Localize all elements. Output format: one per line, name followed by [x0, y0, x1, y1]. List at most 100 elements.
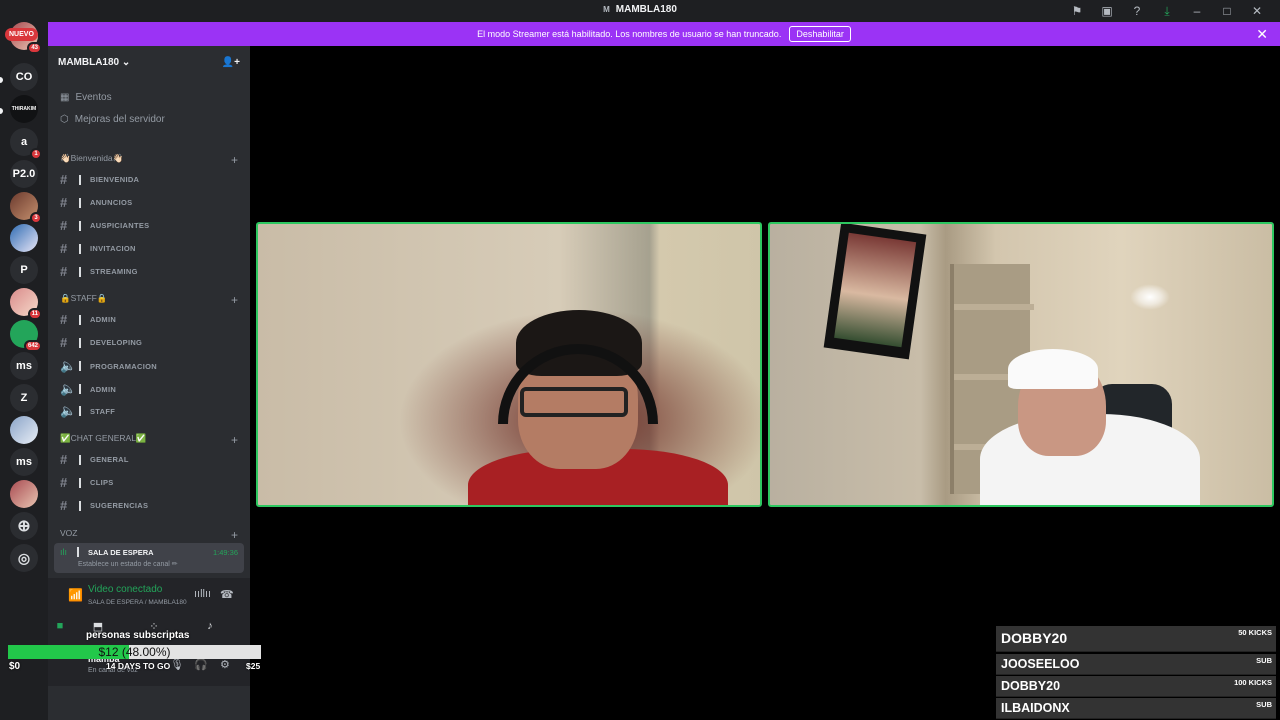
server-icon[interactable]: Z [10, 384, 38, 412]
hash-icon: # [60, 195, 68, 210]
discover-icon[interactable]: ◎ [10, 544, 38, 572]
noise-suppression-icon[interactable]: ııllıı [194, 588, 211, 600]
channel-item[interactable]: 🔈 ADMIN [60, 381, 116, 397]
channel-item[interactable]: # GENERAL [60, 452, 129, 467]
subscriber-goal-bar: $12 (48.00%) [8, 645, 261, 659]
kick-event-row: ILBAIDONX SUB [996, 698, 1276, 719]
server-icon[interactable]: ms [10, 352, 38, 380]
server-icon[interactable]: a1 [10, 128, 42, 160]
add-channel-icon[interactable]: + [231, 293, 238, 307]
camera-button[interactable]: ■ [40, 616, 80, 636]
server-icon[interactable]: 11 [10, 288, 42, 320]
goal-days: 14 DAYS TO GO [106, 661, 171, 671]
server-icon[interactable] [10, 224, 38, 252]
kick-amount: 100 KICKS [1234, 678, 1272, 687]
voice-channel-time: 1:49:36 [212, 548, 238, 557]
server-icon[interactable]: 3 [10, 192, 42, 224]
kick-event-row: JOOSEELOO SUB [996, 654, 1276, 675]
channel-item[interactable]: # BIENVENIDA [60, 172, 139, 187]
invite-people-icon[interactable]: 👤+ [222, 57, 240, 68]
server-name: MAMBLA180 [58, 56, 120, 68]
kick-amount: SUB [1256, 656, 1272, 665]
hash-icon: # [60, 172, 68, 187]
kick-amount: 50 KICKS [1238, 628, 1272, 637]
channel-item[interactable]: 🔈 STAFF [60, 403, 115, 419]
server-icon[interactable]: 642 [10, 320, 42, 352]
category-label: ✅CHAT GENERAL✅ [60, 433, 147, 443]
hash-icon: # [60, 335, 68, 350]
category-staff[interactable]: 🔒STAFF🔒 + [60, 293, 238, 307]
speaker-icon: 🔈 [60, 358, 77, 373]
voice-channel-sala[interactable]: ılı SALA DE ESPERA 1:49:36 Establece un … [54, 543, 244, 573]
hash-icon: # [60, 475, 68, 490]
mic-icon[interactable]: 🎙 [170, 658, 184, 671]
channel-item[interactable]: # SUGERENCIAS [60, 498, 148, 513]
boost-label: Mejoras del servidor [74, 114, 165, 125]
kick-name: JOOSEELOO [1001, 657, 1080, 671]
boost-item[interactable]: ⬡ Mejoras del servidor [60, 114, 165, 125]
server-icon[interactable]: P2.0 [10, 160, 38, 188]
close-icon[interactable]: ✕ [1242, 2, 1272, 20]
maximize-icon[interactable]: □ [1212, 2, 1242, 20]
server-header[interactable]: MAMBLA180 ⌄ 👤+ [48, 46, 250, 78]
goal-high: $25 [246, 661, 261, 671]
add-server-icon[interactable]: ⊕ [10, 512, 38, 540]
server-rail: 43 NUEVO CO THIRAKIM a1 P2.0 3 P 11 642 … [0, 22, 48, 720]
voice-location[interactable]: SALA DE ESPERA / MAMBLA180 [88, 599, 187, 606]
category-label: 👋🏻Bienvenida👋🏻 [60, 153, 124, 163]
download-icon[interactable]: ⤓ [1152, 2, 1182, 20]
channel-item[interactable]: # CLIPS [60, 475, 114, 490]
streamer-mode-banner: El modo Streamer está habilitado. Los no… [48, 22, 1280, 46]
wall-picture [823, 224, 927, 360]
category-bienvenida[interactable]: 👋🏻Bienvenida👋🏻 + [60, 153, 238, 167]
add-channel-icon[interactable]: + [231, 433, 238, 447]
boost-icon: ⬡ [60, 114, 69, 125]
server-icon[interactable] [10, 480, 38, 508]
hash-icon: # [60, 241, 68, 256]
minimize-icon[interactable]: – [1182, 2, 1212, 20]
banner-close-icon[interactable]: ✕ [1256, 26, 1268, 43]
server-icon[interactable]: CO [10, 63, 38, 91]
kick-name: DOBBY20 [1001, 630, 1068, 646]
server-icon[interactable] [10, 416, 38, 444]
video-tile-2[interactable] [768, 222, 1274, 507]
inbox-icon[interactable]: ⚑ [1062, 2, 1092, 20]
channel-item[interactable]: # ADMIN [60, 312, 116, 327]
channel-item[interactable]: # INVITACION [60, 241, 136, 256]
hash-icon: # [60, 264, 68, 279]
hash-icon: # [60, 218, 68, 233]
category-voz[interactable]: VOZ + [60, 528, 238, 542]
channel-item[interactable]: 🔈 PROGRAMACION [60, 358, 157, 374]
subscriber-goal-label: personas subscriptas [86, 630, 190, 641]
soundboard-button[interactable]: ♪ [190, 616, 230, 636]
server-icon[interactable]: THIRAKIM [10, 95, 38, 123]
category-chat-general[interactable]: ✅CHAT GENERAL✅ + [60, 433, 238, 447]
chevron-down-icon: ⌄ [121, 56, 131, 68]
headphones-icon[interactable]: 🎧 [194, 658, 208, 671]
add-channel-icon[interactable]: + [231, 153, 238, 167]
channel-item[interactable]: # STREAMING [60, 264, 138, 279]
title-bar: M MAMBLA180 ⚑ ▣ ? ⤓ – □ ✕ [0, 0, 1280, 22]
voice-channel-status[interactable]: Establece un estado de canal ✏ [78, 560, 178, 568]
channel-item[interactable]: # DEVELOPING [60, 335, 142, 350]
server-icon[interactable]: P [10, 256, 38, 284]
disconnect-icon[interactable]: ☎ [220, 588, 234, 601]
title-text: MAMBLA180 [615, 4, 677, 15]
threads-icon[interactable]: ▣ [1092, 2, 1122, 20]
events-item[interactable]: ▦ Eventos [60, 92, 112, 103]
video-tile-1[interactable] [256, 222, 762, 507]
settings-gear-icon[interactable]: ⚙ [220, 658, 230, 671]
channel-item[interactable]: # ANUNCIOS [60, 195, 132, 210]
category-label: 🔒STAFF🔒 [60, 293, 108, 303]
signal-icon[interactable]: 📶 [68, 588, 83, 602]
disable-streamer-button[interactable]: Deshabilitar [789, 26, 851, 42]
speaker-icon: 🔈 [60, 381, 77, 396]
server-icon[interactable]: ms [10, 448, 38, 476]
add-channel-icon[interactable]: + [231, 528, 238, 542]
calendar-icon: ▦ [60, 92, 70, 103]
help-icon[interactable]: ? [1122, 2, 1152, 20]
channel-item[interactable]: # AUSPICIANTES [60, 218, 149, 233]
title-glyph: M [603, 5, 610, 14]
kick-event-row: DOBBY20 50 KICKS [996, 626, 1276, 652]
speaker-icon: 🔈 [60, 403, 77, 418]
